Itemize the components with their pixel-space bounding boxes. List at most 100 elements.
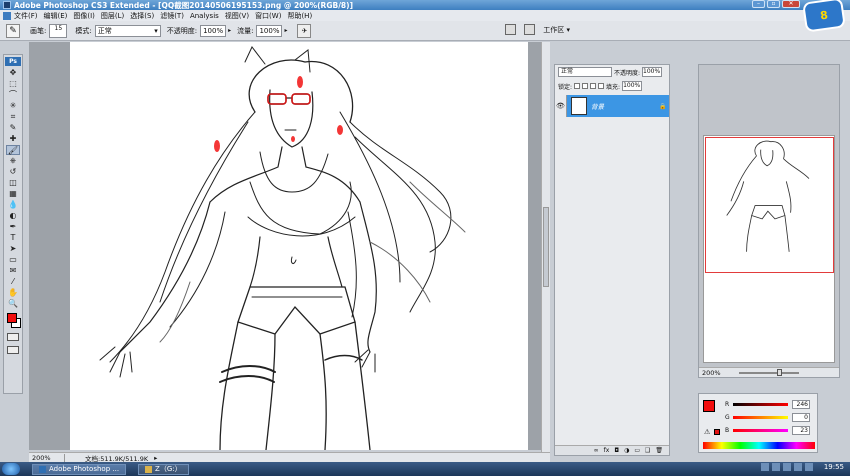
- mode-select[interactable]: 正常: [94, 24, 161, 37]
- layer-thumbnail: [571, 97, 587, 115]
- menu-view[interactable]: 视图(V): [225, 11, 249, 21]
- dodge-tool[interactable]: ◐: [6, 211, 20, 221]
- eye-icon[interactable]: 👁: [555, 95, 567, 117]
- gamut-warning-icon[interactable]: ⚠: [704, 428, 710, 436]
- link-icon[interactable]: ∞: [594, 446, 599, 455]
- scroll-thumb[interactable]: [543, 207, 549, 287]
- color-spectrum[interactable]: [703, 442, 815, 449]
- eyedropper-2-tool[interactable]: ⁄: [6, 277, 20, 287]
- brush-preset-icon[interactable]: ✎: [6, 23, 20, 38]
- ps-menu-icon[interactable]: [3, 11, 11, 20]
- brush-label: 画笔:: [30, 26, 47, 35]
- color-fg-swatch[interactable]: [703, 400, 715, 412]
- taskbar-photoshop[interactable]: Adobe Photoshop ...: [32, 463, 127, 475]
- flow-slider-toggle[interactable]: ▸: [284, 27, 287, 34]
- maximize-button[interactable]: ▫: [767, 0, 780, 8]
- quick-mask-button[interactable]: [7, 333, 19, 341]
- menu-file[interactable]: 文件(F): [14, 11, 38, 21]
- eyedropper-tool[interactable]: ✎: [6, 123, 20, 133]
- history-brush-tool[interactable]: ↺: [6, 167, 20, 177]
- b-label: B: [725, 426, 730, 434]
- options-bar: ✎ 画笔: 15 模式: 正常 不透明度: 100% ▸ 流量: 100% ▸ …: [0, 21, 850, 41]
- eraser-tool[interactable]: ◫: [6, 178, 20, 188]
- blur-tool[interactable]: 💧: [6, 200, 20, 210]
- r-slider[interactable]: [733, 402, 788, 406]
- volume-icon[interactable]: [804, 463, 813, 471]
- tray-icon-1[interactable]: [760, 463, 769, 471]
- close-button[interactable]: ✕: [782, 0, 800, 8]
- menu-help[interactable]: 帮助(H): [287, 11, 312, 21]
- pen-tool[interactable]: ✒: [6, 222, 20, 232]
- brush-size-picker[interactable]: 15: [49, 23, 68, 38]
- navigator-zoom[interactable]: 200%: [702, 369, 721, 377]
- hand-tool[interactable]: ✋: [6, 288, 20, 298]
- status-menu-arrow[interactable]: ▸: [154, 454, 157, 462]
- notes-tool[interactable]: ✉: [6, 266, 20, 276]
- mask-icon[interactable]: ◘: [614, 446, 619, 455]
- layer-row-background[interactable]: 👁 背景 🔒: [555, 95, 669, 117]
- navigator-zoom-knob[interactable]: [776, 368, 782, 376]
- magic-wand-tool[interactable]: ✳: [6, 101, 20, 111]
- lasso-tool[interactable]: ⌒: [6, 90, 20, 100]
- menu-window[interactable]: 窗口(W): [255, 11, 281, 21]
- screen-mode-button[interactable]: [7, 346, 19, 354]
- layer-opacity-input[interactable]: 100%: [642, 67, 663, 77]
- lock-all-icon[interactable]: [598, 83, 605, 89]
- tray-icon-3[interactable]: [782, 463, 791, 471]
- start-button[interactable]: [2, 463, 20, 475]
- menu-select[interactable]: 选择(S): [130, 11, 154, 21]
- foreground-color-swatch[interactable]: [7, 313, 17, 323]
- tray-icon-2[interactable]: [771, 463, 780, 471]
- menu-image[interactable]: 图像(I): [73, 11, 95, 21]
- move-tool[interactable]: ✥: [6, 68, 20, 78]
- canvas[interactable]: [70, 42, 528, 450]
- brush-tool[interactable]: 🖌: [6, 145, 20, 155]
- shape-tool[interactable]: ▭: [6, 255, 20, 265]
- workspace-menu[interactable]: 工作区 ▾: [543, 25, 570, 35]
- menu-edit[interactable]: 编辑(E): [44, 11, 68, 21]
- menu-layer[interactable]: 图层(L): [101, 11, 124, 21]
- group-icon[interactable]: ▭: [634, 446, 640, 455]
- gamut-swatch[interactable]: [714, 429, 720, 435]
- vertical-scrollbar[interactable]: [541, 42, 550, 452]
- minimize-button[interactable]: –: [752, 0, 765, 8]
- lock-pixels-icon[interactable]: [582, 83, 589, 89]
- navigator-view-box[interactable]: [705, 137, 834, 273]
- lock-transparency-icon[interactable]: [574, 83, 581, 89]
- crop-tool[interactable]: ⌗: [6, 112, 20, 122]
- g-slider[interactable]: [733, 415, 788, 419]
- opacity-input[interactable]: 100%: [200, 24, 227, 37]
- zoom-readout[interactable]: 200%: [29, 453, 65, 462]
- lock-position-icon[interactable]: [590, 83, 597, 89]
- type-tool[interactable]: T: [6, 233, 20, 243]
- layer-blend-mode[interactable]: 正常: [558, 67, 612, 77]
- flow-input[interactable]: 100%: [256, 24, 283, 37]
- marquee-tool[interactable]: ⬚: [6, 79, 20, 89]
- network-icon[interactable]: [793, 463, 802, 471]
- gradient-tool[interactable]: ▦: [6, 189, 20, 199]
- palette-toggle-icon[interactable]: [505, 24, 517, 35]
- clone-stamp-tool[interactable]: ⎈: [6, 156, 20, 166]
- taskbar-folder[interactable]: Z（G:）: [138, 463, 189, 475]
- bridge-icon[interactable]: [524, 24, 536, 35]
- menu-analysis[interactable]: Analysis: [190, 12, 219, 20]
- new-layer-icon[interactable]: ❑: [645, 446, 650, 455]
- r-input[interactable]: 246: [792, 399, 810, 409]
- photoshop-icon: [3, 1, 11, 9]
- navigator-thumbnail[interactable]: [703, 135, 835, 363]
- fx-icon[interactable]: fx: [604, 446, 610, 455]
- trash-icon[interactable]: 🗑: [655, 446, 663, 455]
- path-selection-tool[interactable]: ➤: [6, 244, 20, 254]
- zoom-tool[interactable]: 🔍: [6, 299, 20, 309]
- clock: 19:55: [823, 463, 844, 471]
- navigator-zoom-slider[interactable]: [738, 368, 799, 376]
- opacity-slider-toggle[interactable]: ▸: [228, 27, 231, 34]
- menu-filter[interactable]: 滤镜(T): [160, 11, 184, 21]
- b-slider[interactable]: [733, 428, 788, 432]
- adjustment-icon[interactable]: ◑: [624, 446, 629, 455]
- b-input[interactable]: 23: [792, 425, 810, 435]
- fill-input[interactable]: 100%: [622, 81, 643, 91]
- g-input[interactable]: 0: [792, 412, 810, 422]
- airbrush-icon[interactable]: ✈: [297, 23, 312, 38]
- healing-tool[interactable]: ✚: [6, 134, 20, 144]
